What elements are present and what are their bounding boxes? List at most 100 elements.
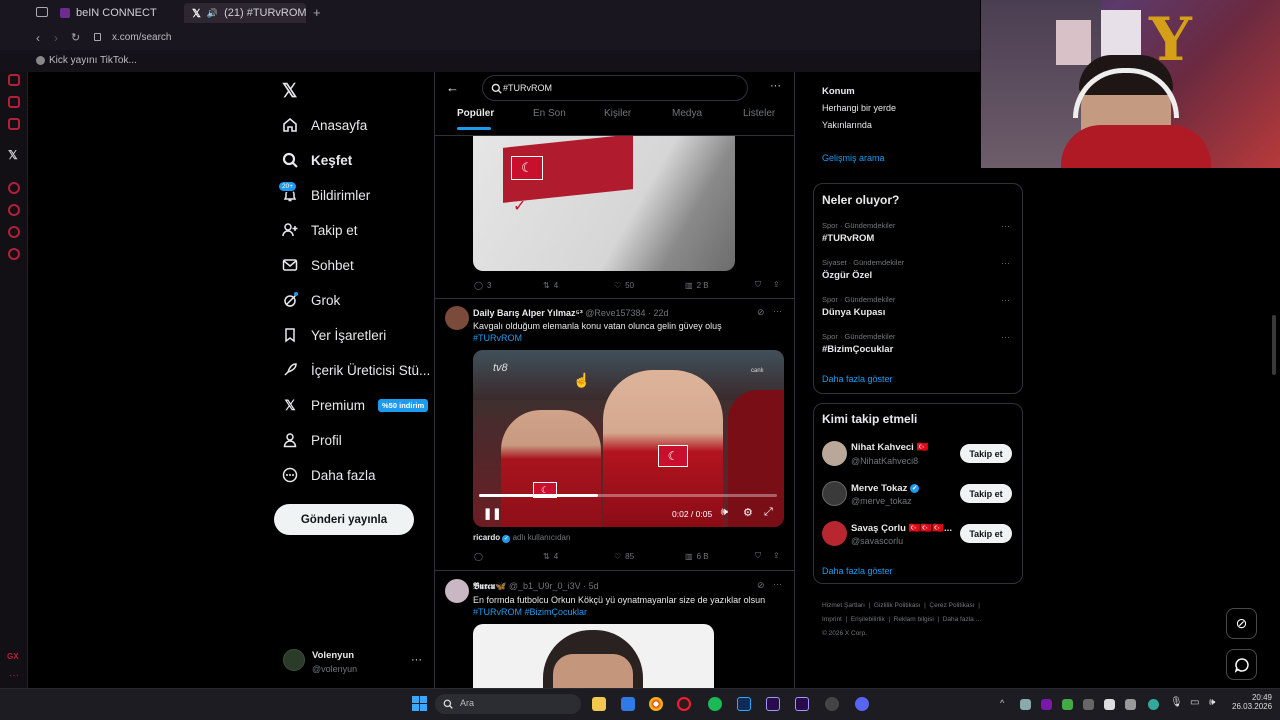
settings-icon[interactable] bbox=[8, 248, 20, 260]
trend-item[interactable]: Spor · Gündemdekiler #BizimÇocuklar bbox=[822, 332, 895, 355]
sidebar-app-icon[interactable] bbox=[8, 182, 20, 194]
follow-button[interactable]: Takip et bbox=[960, 444, 1012, 463]
opera-gx-icon[interactable] bbox=[677, 697, 691, 711]
nav-follow[interactable]: Takip et bbox=[282, 213, 358, 247]
bookmark-kick[interactable]: Kick yayını TikTok... bbox=[49, 55, 137, 66]
footer-link[interactable]: Erişilebilirlik bbox=[851, 616, 885, 623]
reload-icon[interactable]: ↻ bbox=[71, 31, 80, 44]
post-more-icon[interactable]: ··· bbox=[773, 306, 782, 316]
like-button[interactable]: ♡ 50 bbox=[614, 281, 634, 290]
tray-chevron-icon[interactable]: ^ bbox=[1000, 698, 1004, 708]
like-button[interactable]: ♡ 85 bbox=[614, 552, 634, 561]
chat-float-button[interactable] bbox=[1226, 649, 1257, 680]
post-author[interactable]: Daily Barış Alper Yılmaz⁵³ bbox=[473, 308, 583, 318]
repost-button[interactable]: ⇅ 4 bbox=[543, 552, 558, 561]
post-video[interactable]: tv8 canlı ☾ ☾ ☝ ❚❚ 0:02 / 0:05 🕪 ⚙ ⤢ bbox=[473, 350, 784, 527]
page-scrollbar[interactable] bbox=[1272, 315, 1276, 375]
tray-app-icon[interactable] bbox=[1062, 699, 1073, 710]
nav-bookmarks[interactable]: Yer İşaretleri bbox=[282, 318, 386, 352]
post-time[interactable]: · 22d bbox=[648, 308, 669, 318]
chrome-icon[interactable] bbox=[649, 697, 663, 711]
tab-switcher-icon[interactable] bbox=[36, 7, 48, 17]
spotify-icon[interactable] bbox=[708, 697, 722, 711]
fullscreen-icon[interactable]: ⤢ bbox=[764, 506, 773, 519]
tab-bein-connect[interactable]: beIN CONNECT bbox=[52, 3, 180, 23]
reply-button[interactable]: ◯ 3 bbox=[474, 281, 491, 290]
views-button[interactable]: ▥ 2 B bbox=[685, 281, 709, 290]
grok-float-icon[interactable]: ⊘ bbox=[1226, 608, 1257, 639]
video-settings-icon[interactable]: ⚙ bbox=[743, 506, 753, 519]
trend-item[interactable]: Spor · Gündemdekiler Dünya Kupası bbox=[822, 295, 895, 318]
post-author[interactable]: 𝕭𝖚𝖗𝖈𝖚🦋 bbox=[473, 581, 506, 591]
post-handle[interactable]: @Reve157384 bbox=[585, 308, 645, 318]
post-handle[interactable]: @_b1_U9r_0_i3V bbox=[509, 581, 581, 591]
tab-x-search[interactable]: 𝕏 🔊 (21) #TURvROM - Ara bbox=[184, 3, 306, 23]
user-avatar[interactable] bbox=[822, 441, 847, 466]
tray-app-icon[interactable] bbox=[1148, 699, 1159, 710]
nav-chat[interactable]: Sohbet bbox=[282, 248, 354, 282]
trend-more-icon[interactable]: ··· bbox=[1001, 258, 1010, 268]
premiere-icon[interactable] bbox=[766, 697, 780, 711]
account-avatar[interactable] bbox=[283, 649, 305, 671]
nav-creator-studio[interactable]: İçerik Üreticisi Stü... bbox=[282, 353, 430, 387]
user-name-row[interactable]: Merve Tokaz ✓ bbox=[851, 483, 920, 494]
tab-latest[interactable]: En Son bbox=[533, 108, 566, 119]
tray-app-icon[interactable] bbox=[1125, 699, 1136, 710]
sidebar-app-icon[interactable] bbox=[8, 118, 20, 130]
gx-icon[interactable]: GX bbox=[7, 652, 19, 661]
volume-icon[interactable]: 🕪 bbox=[1209, 697, 1215, 708]
follow-button[interactable]: Takip et bbox=[960, 524, 1012, 543]
video-source-user[interactable]: ricardo bbox=[473, 533, 500, 542]
url-field[interactable]: x.com/search bbox=[112, 32, 171, 43]
volume-icon[interactable]: 🕪 bbox=[721, 506, 728, 519]
bookmark-post-button[interactable]: ⛉ bbox=[755, 551, 761, 561]
advanced-search-link[interactable]: Gelişmiş arama bbox=[822, 153, 885, 163]
nav-home[interactable]: Anasayfa bbox=[282, 108, 367, 142]
nav-premium[interactable]: 𝕏 Premium %50 indirim bbox=[282, 388, 429, 422]
network-icon[interactable]: ▭ bbox=[1190, 697, 1199, 708]
follow-show-more[interactable]: Daha fazla göster bbox=[822, 566, 893, 576]
tray-app-icon[interactable] bbox=[1041, 699, 1052, 710]
post-avatar[interactable] bbox=[445, 306, 469, 330]
nav-notifications[interactable]: Bildirimler 20+ bbox=[278, 178, 370, 212]
tray-app-icon[interactable] bbox=[1104, 699, 1115, 710]
trend-item[interactable]: Spor · Gündemdekiler #TURvROM bbox=[822, 221, 895, 244]
trend-more-icon[interactable]: ··· bbox=[1001, 221, 1010, 231]
footer-link[interactable]: Gizlilik Politikası bbox=[874, 602, 921, 609]
bookmark-post-button[interactable]: ⛉ bbox=[755, 280, 761, 290]
search-options-icon[interactable]: ··· bbox=[770, 80, 781, 92]
account-menu-icon[interactable]: ··· bbox=[411, 654, 422, 666]
sidebar-app-icon[interactable] bbox=[8, 96, 20, 108]
discord-icon[interactable] bbox=[855, 697, 869, 711]
tab-media[interactable]: Medya bbox=[672, 108, 702, 119]
search-input[interactable]: #TURvROM bbox=[482, 75, 748, 101]
post-hashtag[interactable]: #TURvROM bbox=[473, 333, 522, 343]
tab-lists[interactable]: Listeler bbox=[743, 108, 775, 119]
speaker-icon[interactable]: 🔊 bbox=[207, 8, 218, 19]
grok-post-icon[interactable]: ⊘ bbox=[757, 307, 765, 318]
new-tab-icon[interactable]: + bbox=[313, 5, 321, 20]
location-option-anywhere[interactable]: Herhangi bir yerde bbox=[822, 103, 896, 113]
history-icon[interactable] bbox=[8, 204, 20, 216]
video-progress-track[interactable] bbox=[479, 494, 777, 497]
taskbar-clock[interactable]: 20:49 26.03.2026 bbox=[1232, 693, 1272, 711]
post-image-player[interactable] bbox=[473, 624, 714, 688]
nav-profile[interactable]: Profil bbox=[282, 423, 342, 457]
tray-app-icon[interactable] bbox=[1083, 699, 1094, 710]
obs-icon[interactable] bbox=[825, 697, 839, 711]
x-logo-icon[interactable]: 𝕏 bbox=[282, 80, 297, 103]
trend-item[interactable]: Siyaset · Gündemdekiler Özgür Özel bbox=[822, 258, 904, 281]
more-icon[interactable]: ··· bbox=[9, 670, 19, 681]
grok-post-icon[interactable]: ⊘ bbox=[757, 580, 765, 591]
nav-explore[interactable]: Keşfet bbox=[282, 143, 352, 177]
store-icon[interactable] bbox=[621, 697, 635, 711]
repost-button[interactable]: ⇅ 4 bbox=[543, 281, 558, 290]
follow-button[interactable]: Takip et bbox=[960, 484, 1012, 503]
post-image-jersey[interactable]: ☾ ✓ bbox=[473, 136, 735, 271]
nav-grok[interactable]: Grok bbox=[282, 283, 340, 317]
post-avatar[interactable] bbox=[445, 579, 469, 603]
post-hashtag[interactable]: #TURvROM #BizimÇocuklar bbox=[473, 607, 587, 617]
nav-more[interactable]: Daha fazla bbox=[282, 458, 376, 492]
footer-link[interactable]: Hizmet Şartları bbox=[822, 602, 865, 609]
post-button[interactable]: Gönderi yayınla bbox=[274, 504, 414, 535]
